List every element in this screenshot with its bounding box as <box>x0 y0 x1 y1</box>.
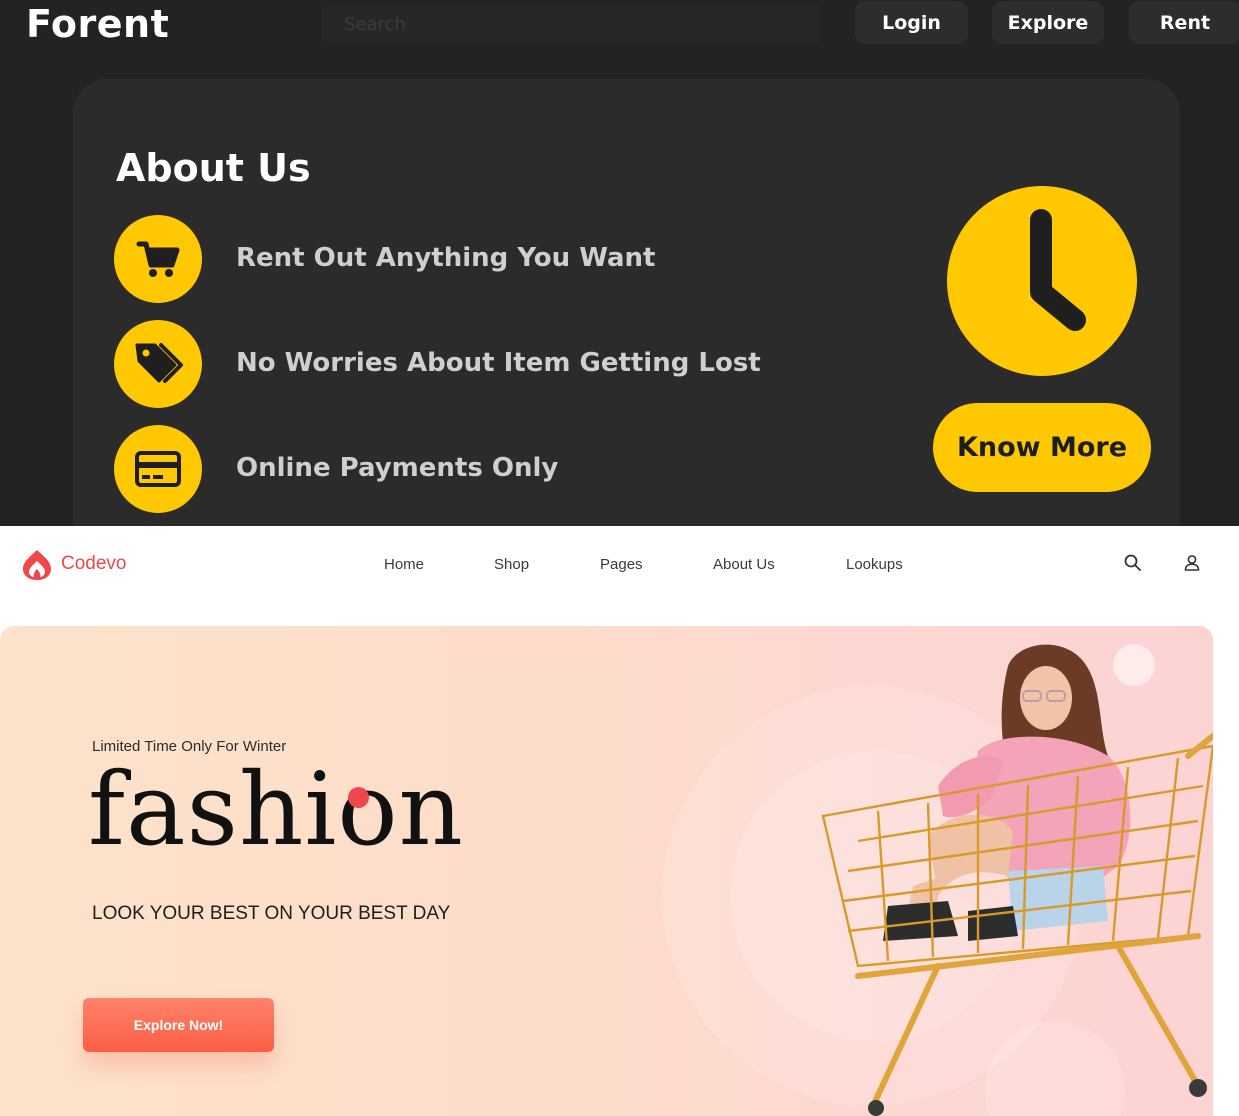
nav-home[interactable]: Home <box>384 556 424 573</box>
codevo-section: Codevo Home Shop Pages About Us Lookups … <box>0 526 1239 1116</box>
model-in-cart-image <box>821 644 1213 1116</box>
hero-title: fashion <box>88 751 464 868</box>
login-button[interactable]: Login <box>855 1 968 44</box>
codevo-logo-text: Codevo <box>61 553 127 574</box>
explore-button[interactable]: Explore <box>992 1 1104 44</box>
credit-card-icon <box>114 425 202 513</box>
hero-subtitle: LOOK YOUR BEST ON YOUR BEST DAY <box>92 903 451 924</box>
rent-button[interactable]: Rent <box>1129 1 1239 44</box>
nav-lookups[interactable]: Lookups <box>846 556 903 573</box>
explore-now-button[interactable]: Explore Now! <box>83 998 274 1052</box>
forent-section: Forent Login Explore Rent About Us Rent … <box>0 0 1239 526</box>
know-more-button[interactable]: Know More <box>933 403 1151 492</box>
feature-rent-anything: Rent Out Anything You Want <box>236 243 656 273</box>
flame-logo-icon <box>23 550 51 580</box>
hero-banner: Limited Time Only For Winter fashion LOO… <box>0 626 1213 1116</box>
clock-icon <box>947 186 1137 376</box>
search-icon[interactable] <box>1123 553 1143 573</box>
hero-title-dot <box>348 787 369 808</box>
codevo-logo[interactable]: Codevo <box>20 547 127 581</box>
nav-about-us[interactable]: About Us <box>713 556 775 573</box>
feature-online-payments: Online Payments Only <box>236 453 559 483</box>
tag-icon <box>114 320 202 408</box>
about-title: About Us <box>116 146 311 190</box>
search-input[interactable] <box>322 4 820 44</box>
forent-logo[interactable]: Forent <box>26 2 169 46</box>
feature-no-worries: No Worries About Item Getting Lost <box>236 348 761 378</box>
user-icon[interactable] <box>1182 553 1202 573</box>
cart-icon <box>114 215 202 303</box>
nav-shop[interactable]: Shop <box>494 556 529 573</box>
nav-pages[interactable]: Pages <box>600 556 643 573</box>
